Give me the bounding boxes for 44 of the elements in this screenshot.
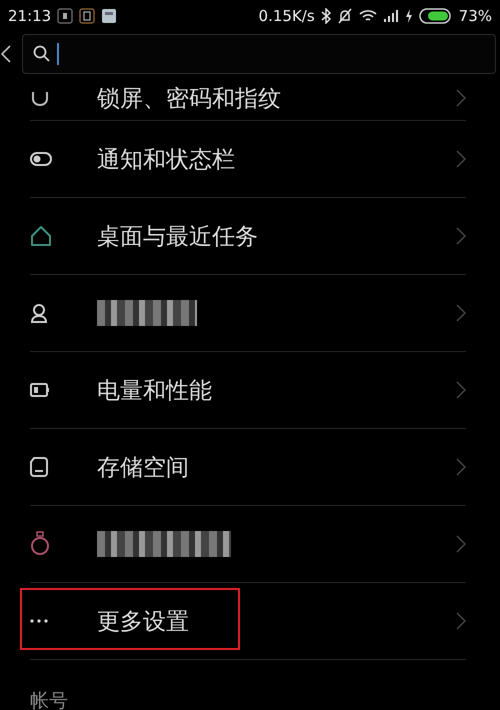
notification-icon: [79, 8, 96, 24]
bluetooth-icon: [320, 8, 331, 24]
notification-icon: [101, 8, 118, 24]
setting-label: 桌面与最近任务: [97, 224, 258, 250]
chevron-right-icon: [456, 89, 466, 107]
chevron-right-icon: [456, 612, 466, 630]
chevron-right-icon: [456, 535, 466, 553]
more-icon: [30, 619, 48, 623]
clock-time: 21:13: [8, 7, 52, 25]
search-field[interactable]: [22, 34, 496, 74]
chevron-right-icon: [456, 227, 466, 245]
chevron-right-icon: [456, 304, 466, 322]
setting-label: 存储空间: [97, 454, 189, 480]
network-speed: 0.15K/s: [258, 7, 315, 25]
storage-icon: [30, 457, 48, 477]
charging-icon: [404, 9, 413, 23]
signal-icon: [382, 9, 399, 23]
person-icon: [30, 303, 48, 323]
lock-icon: [30, 90, 50, 106]
toggle-icon: [30, 152, 52, 166]
settings-row[interactable]: 存储空间: [30, 429, 466, 506]
section-header: 帐号: [30, 689, 68, 710]
search-icon: [33, 45, 51, 63]
notification-icon: [57, 8, 74, 24]
settings-row[interactable]: 通知和状态栏: [30, 121, 466, 198]
settings-row[interactable]: 更多设置: [30, 583, 466, 660]
muted-bell-icon: [336, 8, 353, 24]
battery-percent: 73%: [458, 7, 492, 25]
settings-row[interactable]: 锁屏、密码和指纹: [30, 76, 466, 121]
setting-label: 更多设置: [97, 608, 189, 634]
pendant-icon: [30, 531, 50, 557]
chevron-right-icon: [456, 381, 466, 399]
battery-icon: [418, 8, 453, 24]
house-icon: [30, 225, 52, 247]
setting-label: 锁屏、密码和指纹: [97, 86, 281, 112]
setting-label: 电量和性能: [97, 378, 212, 404]
back-icon[interactable]: [0, 44, 12, 64]
wifi-icon: [358, 9, 377, 23]
settings-row[interactable]: 电量和性能: [30, 352, 466, 429]
battery-icon: [30, 383, 50, 397]
settings-row[interactable]: 桌面与最近任务: [30, 198, 466, 275]
chevron-right-icon: [456, 150, 466, 168]
setting-label: 通知和状态栏: [97, 146, 235, 172]
chevron-right-icon: [456, 458, 466, 476]
